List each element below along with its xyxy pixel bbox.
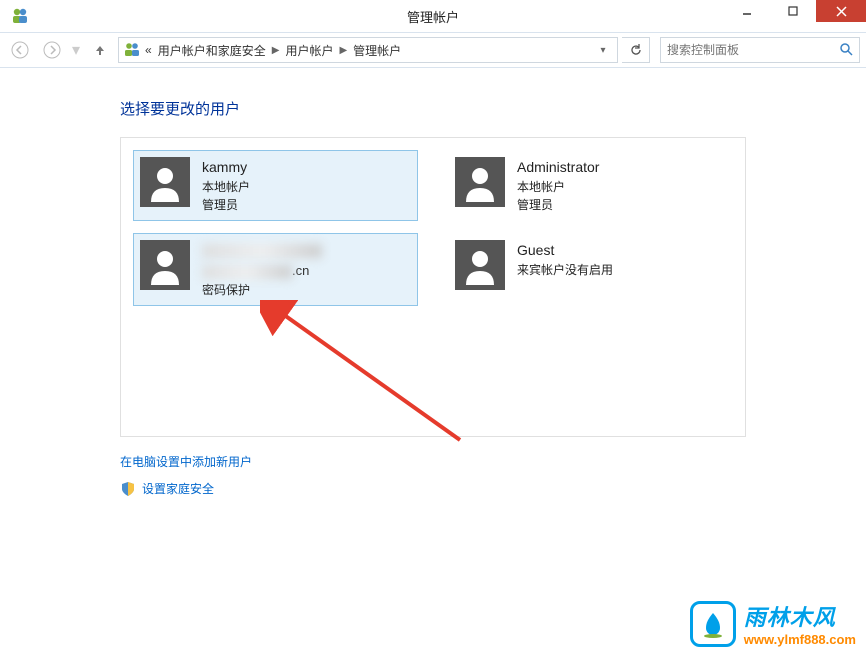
account-status: 密码保护 [202, 281, 322, 299]
account-info: kammy 本地帐户 管理员 [202, 157, 250, 214]
chevron-right-icon: ▶ [339, 45, 347, 56]
account-item-guest[interactable]: Guest 来宾帐户没有启用 [448, 233, 733, 306]
family-safety-link[interactable]: 设置家庭安全 [120, 480, 746, 497]
forward-button[interactable] [38, 36, 66, 64]
add-user-link[interactable]: 在电脑设置中添加新用户 [120, 453, 746, 470]
account-info: Administrator 本地帐户 管理员 [517, 157, 599, 214]
titlebar: 管理帐户 [0, 0, 866, 32]
action-links: 在电脑设置中添加新用户 设置家庭安全 [120, 453, 746, 497]
search-box[interactable] [660, 37, 860, 63]
account-type: 本地帐户 [517, 178, 599, 196]
chevron-right-icon: ▶ [272, 45, 280, 56]
avatar-icon [140, 157, 190, 207]
breadcrumb-item[interactable]: 用户帐户和家庭安全 [158, 42, 266, 59]
avatar-icon [140, 240, 190, 290]
refresh-button[interactable] [622, 37, 650, 63]
account-item-redacted[interactable]: .cn 密码保护 [133, 233, 418, 306]
account-name: Administrator [517, 157, 599, 178]
address-bar[interactable]: « 用户帐户和家庭安全 ▶ 用户帐户 ▶ 管理帐户 ▾ [118, 37, 618, 63]
minimize-button[interactable] [724, 0, 770, 22]
avatar-icon [455, 157, 505, 207]
breadcrumb-item[interactable]: 管理帐户 [353, 42, 401, 59]
account-role: 管理员 [517, 196, 599, 214]
watermark-url: www.ylmf888.com [744, 632, 856, 647]
app-icon [10, 6, 30, 26]
account-name: Guest [517, 240, 613, 261]
account-name: kammy [202, 157, 250, 178]
account-status: 来宾帐户没有启用 [517, 261, 613, 279]
breadcrumb-prefix: « [145, 43, 152, 57]
account-item-administrator[interactable]: Administrator 本地帐户 管理员 [448, 150, 733, 221]
search-icon[interactable] [839, 42, 853, 59]
redacted-text [202, 265, 292, 279]
watermark: 雨林木风 www.ylmf888.com [690, 600, 856, 647]
account-list: kammy 本地帐户 管理员 Administrator 本地帐户 管理员 .c… [120, 137, 746, 437]
users-icon [123, 41, 141, 59]
shield-icon [120, 481, 136, 497]
content: 选择要更改的用户 kammy 本地帐户 管理员 Administrator 本地… [0, 68, 866, 497]
up-button[interactable] [86, 36, 114, 64]
navbar: ▾ « 用户帐户和家庭安全 ▶ 用户帐户 ▶ 管理帐户 ▾ [0, 32, 866, 68]
account-type: 本地帐户 [202, 178, 250, 196]
address-dropdown-icon[interactable]: ▾ [593, 45, 613, 56]
watermark-text: 雨林木风 [744, 600, 856, 632]
watermark-logo-icon [690, 601, 736, 647]
account-item-kammy[interactable]: kammy 本地帐户 管理员 [133, 150, 418, 221]
window-title: 管理帐户 [407, 7, 459, 26]
account-info: Guest 来宾帐户没有启用 [517, 240, 613, 279]
search-input[interactable] [667, 43, 839, 57]
maximize-button[interactable] [770, 0, 816, 22]
close-button[interactable] [816, 0, 866, 22]
breadcrumb-item[interactable]: 用户帐户 [285, 42, 333, 59]
account-name [202, 240, 322, 261]
nav-dropdown-icon[interactable]: ▾ [72, 40, 80, 60]
account-info: .cn 密码保护 [202, 240, 322, 299]
back-button[interactable] [6, 36, 34, 64]
avatar-icon [455, 240, 505, 290]
page-heading: 选择要更改的用户 [120, 98, 746, 119]
account-role: 管理员 [202, 196, 250, 214]
window-controls [724, 0, 866, 32]
account-email: .cn [202, 261, 322, 281]
redacted-text [202, 244, 322, 258]
